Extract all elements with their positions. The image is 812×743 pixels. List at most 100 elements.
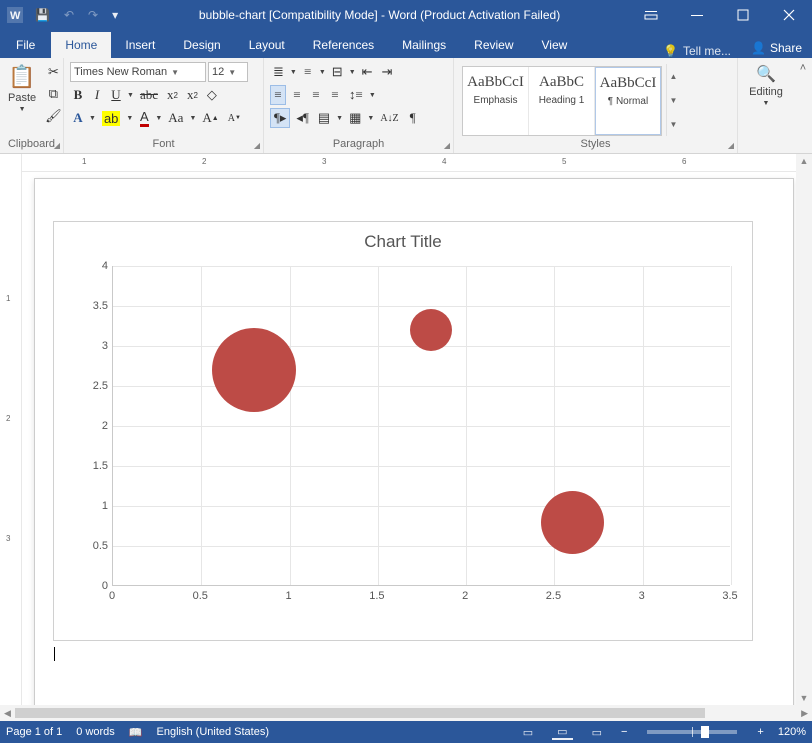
x-tick: 1.5: [369, 590, 384, 602]
numbering-icon[interactable]: ≡: [300, 62, 316, 82]
horizontal-scrollbar[interactable]: ◀ ▶: [0, 705, 812, 721]
styles-scroll-down-icon[interactable]: ▼: [667, 88, 680, 112]
underline-button[interactable]: U: [108, 85, 124, 105]
sort-icon[interactable]: A↓Z: [377, 108, 401, 128]
tab-mailings[interactable]: Mailings: [388, 32, 460, 58]
strikethrough-button[interactable]: abc: [137, 85, 161, 105]
tell-me-search[interactable]: 💡 Tell me...: [653, 44, 741, 58]
tab-layout[interactable]: Layout: [235, 32, 299, 58]
editing-dropdown[interactable]: 🔍 Editing ▼: [747, 62, 785, 136]
font-size-combo[interactable]: 12▼: [208, 62, 248, 82]
subscript-button[interactable]: x2: [164, 85, 181, 105]
copy-icon[interactable]: ⧉: [45, 84, 61, 104]
maximize-icon[interactable]: [720, 0, 766, 30]
align-center-icon[interactable]: ≡: [289, 85, 305, 105]
clear-formatting-icon[interactable]: ◇: [204, 85, 220, 105]
paste-button[interactable]: 📋 Paste ▼: [6, 62, 38, 136]
tab-references[interactable]: References: [299, 32, 388, 58]
line-spacing-icon[interactable]: ↕≡: [346, 85, 366, 105]
tab-file[interactable]: File: [0, 32, 51, 58]
y-tick: 3: [84, 340, 108, 352]
page-indicator[interactable]: Page 1 of 1: [6, 726, 62, 738]
tab-design[interactable]: Design: [169, 32, 234, 58]
font-color-icon[interactable]: A: [136, 108, 152, 128]
style-item-heading-1[interactable]: AaBbCHeading 1: [529, 67, 595, 135]
styles-gallery[interactable]: AaBbCcIEmphasisAaBbCHeading 1AaBbCcI¶ No…: [462, 66, 662, 136]
save-icon[interactable]: 💾: [32, 8, 53, 22]
show-marks-icon[interactable]: ¶: [405, 108, 421, 128]
vertical-scrollbar[interactable]: ▲ ▼: [796, 154, 812, 705]
tab-insert[interactable]: Insert: [111, 32, 169, 58]
chart-bubble[interactable]: [541, 491, 604, 554]
qat-customize-icon[interactable]: ▾: [109, 8, 121, 22]
ltr-direction-icon[interactable]: ¶▸: [270, 108, 290, 128]
minimize-icon[interactable]: [674, 0, 720, 30]
undo-icon[interactable]: ↶: [61, 8, 77, 22]
styles-more-icon[interactable]: ▼: [667, 112, 680, 136]
ribbon-options-icon[interactable]: [628, 0, 674, 30]
redo-icon[interactable]: ↷: [85, 8, 101, 22]
font-name-combo[interactable]: Times New Roman▼: [70, 62, 206, 82]
document-page[interactable]: Chart Title 00.511.522.533.5400.511.522.…: [34, 178, 794, 705]
vertical-ruler[interactable]: 123: [0, 154, 22, 705]
styles-scroll-up-icon[interactable]: ▲: [667, 64, 680, 88]
shading-icon[interactable]: ▤: [315, 108, 333, 128]
zoom-in-icon[interactable]: +: [757, 726, 763, 738]
borders-icon[interactable]: ▦: [346, 108, 364, 128]
rtl-direction-icon[interactable]: ◂¶: [293, 108, 311, 128]
change-case-button[interactable]: Aa: [165, 108, 186, 128]
increase-indent-icon[interactable]: ⇥: [379, 62, 396, 82]
close-icon[interactable]: [766, 0, 812, 30]
scroll-up-icon[interactable]: ▲: [800, 154, 809, 168]
bold-button[interactable]: B: [70, 85, 86, 105]
word-app-icon: W: [6, 6, 24, 24]
paragraph-dialog-launcher-icon[interactable]: ◢: [444, 141, 450, 150]
bullets-icon[interactable]: ≣: [270, 62, 287, 82]
share-button[interactable]: 👤 Share: [741, 38, 812, 58]
chart-title: Chart Title: [54, 222, 752, 256]
multilevel-list-icon[interactable]: ⊟: [329, 62, 346, 82]
spell-check-icon[interactable]: 📖: [129, 726, 143, 739]
highlight-icon[interactable]: ab: [99, 108, 123, 128]
justify-icon[interactable]: ≡: [327, 85, 343, 105]
chart-bubble[interactable]: [212, 328, 296, 412]
styles-dialog-launcher-icon[interactable]: ◢: [728, 141, 734, 150]
zoom-slider[interactable]: [647, 730, 737, 734]
text-effects-icon[interactable]: A: [70, 108, 86, 128]
hruler-tick: 5: [562, 157, 566, 166]
word-count[interactable]: 0 words: [76, 726, 115, 738]
collapse-ribbon-icon[interactable]: ˄: [800, 62, 806, 74]
chart-bubble[interactable]: [410, 309, 452, 351]
tab-home[interactable]: Home: [51, 32, 111, 58]
italic-button[interactable]: I: [89, 85, 105, 105]
grow-font-icon[interactable]: A▲: [199, 108, 221, 128]
tab-review[interactable]: Review: [460, 32, 527, 58]
web-layout-icon[interactable]: ▭: [587, 726, 607, 739]
zoom-out-icon[interactable]: −: [621, 726, 627, 738]
chart-plot-area: [112, 266, 730, 586]
language-indicator[interactable]: English (United States): [157, 726, 270, 738]
align-right-icon[interactable]: ≡: [308, 85, 324, 105]
editing-label: Editing: [749, 86, 783, 98]
cut-icon[interactable]: ✂: [45, 62, 62, 82]
scroll-left-icon[interactable]: ◀: [0, 708, 15, 719]
horizontal-ruler[interactable]: L 123456: [22, 154, 812, 172]
share-icon: 👤: [751, 41, 766, 55]
font-dialog-launcher-icon[interactable]: ◢: [254, 141, 260, 150]
style-item--normal[interactable]: AaBbCcI¶ Normal: [595, 67, 661, 135]
superscript-button[interactable]: x2: [184, 85, 201, 105]
shrink-font-icon[interactable]: A▼: [225, 108, 244, 128]
scroll-right-icon[interactable]: ▶: [797, 708, 812, 719]
read-mode-icon[interactable]: ▭: [518, 726, 538, 739]
paste-label: Paste: [8, 92, 36, 104]
style-item-emphasis[interactable]: AaBbCcIEmphasis: [463, 67, 529, 135]
chart-object[interactable]: Chart Title 00.511.522.533.5400.511.522.…: [53, 221, 753, 641]
align-left-icon[interactable]: ≡: [270, 85, 286, 105]
x-tick: 0.5: [193, 590, 208, 602]
scroll-down-icon[interactable]: ▼: [800, 691, 809, 705]
decrease-indent-icon[interactable]: ⇤: [359, 62, 376, 82]
tab-view[interactable]: View: [528, 32, 582, 58]
zoom-level[interactable]: 120%: [778, 726, 806, 738]
format-painter-icon[interactable]: 🖌: [42, 106, 65, 126]
clipboard-dialog-launcher-icon[interactable]: ◢: [54, 141, 60, 150]
